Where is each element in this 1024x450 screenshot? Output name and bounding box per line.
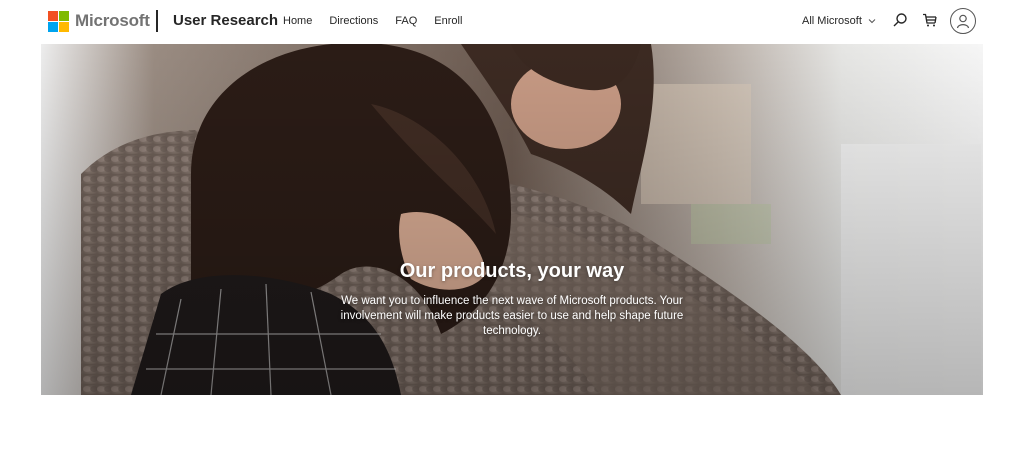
brand-name: Microsoft [75, 11, 150, 30]
search-icon [893, 13, 907, 27]
cart-button[interactable] [920, 10, 940, 30]
account-button[interactable] [950, 8, 976, 34]
hero-body-text: We want you to influence the next wave o… [340, 295, 684, 337]
header-divider [156, 10, 158, 32]
all-microsoft-menu[interactable]: All Microsoft [802, 15, 877, 27]
hero-image [41, 44, 983, 395]
all-microsoft-label: All Microsoft [802, 15, 862, 27]
nav-item-enroll[interactable]: Enroll [434, 15, 462, 27]
hero-heading: Our products, your way [399, 260, 625, 282]
site-title-link[interactable]: User Research [173, 12, 278, 29]
main-nav: Home Directions FAQ Enroll [283, 15, 479, 27]
chevron-down-icon [868, 19, 876, 24]
search-button[interactable] [890, 10, 910, 30]
nav-item-home[interactable]: Home [283, 15, 312, 27]
site-header: Microsoft User Research Home Directions … [0, 0, 1024, 44]
account-icon [956, 14, 970, 29]
cart-icon [923, 13, 937, 27]
nav-item-directions[interactable]: Directions [329, 15, 378, 27]
microsoft-logo-icon [48, 10, 69, 32]
microsoft-logo-link[interactable]: Microsoft [48, 10, 150, 32]
hero-banner: Our products, your way We want you to in… [41, 44, 983, 395]
nav-item-faq[interactable]: FAQ [395, 15, 417, 27]
